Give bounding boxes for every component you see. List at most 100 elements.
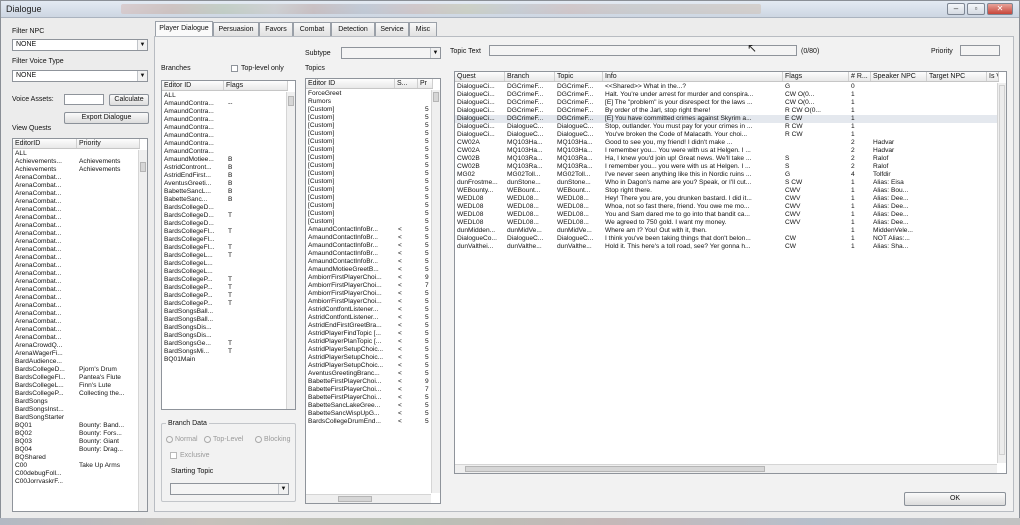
list-item[interactable]: ArenaCombat...	[13, 214, 138, 222]
column-header[interactable]: Editor ID	[162, 81, 224, 90]
list-item[interactable]: AmaundMotieeGreetB... <5	[306, 266, 431, 274]
list-item[interactable]: AstridContfontListener... <5	[306, 314, 431, 322]
list-item[interactable]: AstridContfontListener... <5	[306, 306, 431, 314]
blocking-radio[interactable]	[255, 436, 262, 443]
list-item[interactable]: ArenaCombat...	[13, 230, 138, 238]
list-item[interactable]: AstridPlayerSetupChoic... <5	[306, 362, 431, 370]
filter-voice-select[interactable]: NONE ▼	[12, 70, 148, 82]
list-item[interactable]: [Custom] 5	[306, 210, 431, 218]
column-header[interactable]: # R...	[849, 72, 871, 81]
quest-list-scrollbar[interactable]	[138, 150, 147, 511]
list-item[interactable]: BardsCollegeFl... T	[162, 228, 286, 236]
list-item[interactable]: CW02A MQ103Ha... MQ103Ha... I remember you.…	[455, 147, 997, 155]
list-item[interactable]: AstridPlayerPlanTopic [... <5	[306, 338, 431, 346]
minimize-icon[interactable]: –	[947, 3, 965, 15]
list-item[interactable]: ForceGreet	[306, 90, 431, 98]
list-item[interactable]: BabetteSancLakeGree... <5	[306, 402, 431, 410]
list-item[interactable]: [Custom] 5	[306, 130, 431, 138]
list-item[interactable]: C00 Take Up Arms	[13, 462, 138, 470]
column-header[interactable]: Pr	[418, 79, 433, 88]
list-item[interactable]: [Custom] 5	[306, 162, 431, 170]
list-item[interactable]: AmaundContra... --	[162, 100, 286, 108]
top-level-radio[interactable]	[204, 436, 211, 443]
list-item[interactable]: DialogueCi... DGCrimeF... DGCrimeF... [E] T…	[455, 99, 997, 107]
list-item[interactable]: ArenaCombat...	[13, 222, 138, 230]
list-item[interactable]: CW02B MQ103Ra... MQ103Ra... Ha, I knew you'…	[455, 155, 997, 163]
list-item[interactable]: WEDL08 WEDL08... WEDL08... You and Sam dare…	[455, 211, 997, 219]
quest-list[interactable]: EditorID Priority ALL Achievements... Achi…	[12, 138, 148, 512]
column-header[interactable]: Is V	[987, 72, 999, 81]
list-item[interactable]: BardSongsDis...	[162, 324, 286, 332]
column-header[interactable]: EditorID	[13, 139, 77, 148]
list-item[interactable]: BardSongsDis...	[162, 332, 286, 340]
list-item[interactable]: AmaundContra...	[162, 140, 286, 148]
list-item[interactable]: AmaundContra...	[162, 108, 286, 116]
list-item[interactable]: ArenaCombat...	[13, 310, 138, 318]
list-item[interactable]: ArenaCombat...	[13, 190, 138, 198]
column-header[interactable]: Quest	[455, 72, 505, 81]
list-item[interactable]: AmaundContactInfoBr... <5	[306, 226, 431, 234]
list-item[interactable]: dunValthei... dunValthe... dunValthe... Hol…	[455, 243, 997, 251]
list-item[interactable]: AventusGreeti... B	[162, 180, 286, 188]
list-item[interactable]: [Custom] 5	[306, 154, 431, 162]
info-list[interactable]: Quest Branch Topic Info Flags # R... Speaker N…	[454, 71, 1007, 474]
calculate-button[interactable]: Calculate	[109, 94, 149, 106]
list-item[interactable]: AmaundContactInfoBr... <5	[306, 242, 431, 250]
list-item[interactable]: [Custom] 5	[306, 106, 431, 114]
column-header[interactable]: Topic	[555, 72, 603, 81]
list-item[interactable]: DialogueCi... DialogueC... DialogueC... You…	[455, 131, 997, 139]
list-item[interactable]: ArenaCombat...	[13, 302, 138, 310]
list-item[interactable]: BardSongStarter	[13, 414, 138, 422]
branches-list[interactable]: Editor ID Flags ALL AmaundContra... -- Amau…	[161, 80, 296, 410]
info-scrollbar[interactable]	[997, 83, 1006, 463]
tab-favors[interactable]: Favors	[259, 22, 293, 36]
list-item[interactable]: AmbiorrFirstPlayerChoi... <5	[306, 290, 431, 298]
column-header[interactable]: Branch	[505, 72, 555, 81]
column-header[interactable]: Editor ID	[306, 79, 395, 88]
list-item[interactable]: BardsCollegeP... T	[162, 276, 286, 284]
list-item[interactable]: ArenaCombat...	[13, 278, 138, 286]
list-item[interactable]: BardsCollegeFl... Pantea's Flute	[13, 374, 138, 382]
list-item[interactable]: BabetteFirstPlayerChoi... <5	[306, 394, 431, 402]
list-item[interactable]: AmaundContra...	[162, 148, 286, 156]
list-item[interactable]: [Custom] 5	[306, 178, 431, 186]
list-item[interactable]: ArenaWagerFi...	[13, 350, 138, 358]
list-item[interactable]: [Custom] 5	[306, 146, 431, 154]
list-item[interactable]: AstridPlayerFindTopic [... <5	[306, 330, 431, 338]
list-item[interactable]: ArenaCombat...	[13, 326, 138, 334]
list-item[interactable]: AmaundMotiee... B	[162, 156, 286, 164]
list-item[interactable]: AstridEndFirst... B	[162, 172, 286, 180]
list-item[interactable]: ArenaCombat...	[13, 294, 138, 302]
ok-button[interactable]: OK	[904, 492, 1006, 506]
list-item[interactable]: BabetteSancWispUpG... <5	[306, 410, 431, 418]
list-item[interactable]: [Custom] 5	[306, 114, 431, 122]
list-item[interactable]: BardSongsGe... T	[162, 340, 286, 348]
list-item[interactable]: BQ03 Bounty: Giant	[13, 438, 138, 446]
list-item[interactable]: ArenaCombat...	[13, 334, 138, 342]
list-item[interactable]: AmbiorrFirstPlayerChoi... <7	[306, 282, 431, 290]
branches-scrollbar[interactable]	[286, 92, 295, 409]
list-item[interactable]: DialogueCi... DialogueC... DialogueC... Sto…	[455, 123, 997, 131]
list-item[interactable]: ArenaCombat...	[13, 206, 138, 214]
tab-player-dialogue[interactable]: Player Dialogue	[155, 21, 213, 37]
list-item[interactable]: AmaundContactInfoBr... <5	[306, 250, 431, 258]
list-item[interactable]: ArenaCombat...	[13, 254, 138, 262]
list-item[interactable]: [Custom] 5	[306, 202, 431, 210]
list-item[interactable]: ArenaCombat...	[13, 270, 138, 278]
list-item[interactable]: [Custom] 5	[306, 138, 431, 146]
list-item[interactable]: BardsCollegeD...	[162, 220, 286, 228]
list-item[interactable]: BardsCollegeP... T	[162, 284, 286, 292]
list-item[interactable]: [Custom] 5	[306, 218, 431, 226]
voice-assets-field[interactable]	[64, 94, 104, 105]
exclusive-checkbox[interactable]	[170, 452, 177, 459]
list-item[interactable]: BardAudience...	[13, 358, 138, 366]
column-header[interactable]: Target NPC	[927, 72, 987, 81]
list-item[interactable]: BardsCollegeP... Collecting the...	[13, 390, 138, 398]
list-item[interactable]: BQ01 Bounty: Band...	[13, 422, 138, 430]
list-item[interactable]: BardSongsInst...	[13, 406, 138, 414]
list-item[interactable]: Achievements... Achievements	[13, 158, 138, 166]
list-item[interactable]: ArenaCrowdQ...	[13, 342, 138, 350]
list-item[interactable]: DialogueCi... DGCrimeF... DGCrimeF... Halt.…	[455, 91, 997, 99]
list-item[interactable]: BardsCollegeD... T	[162, 212, 286, 220]
list-item[interactable]: BabetteSancL... B	[162, 188, 286, 196]
